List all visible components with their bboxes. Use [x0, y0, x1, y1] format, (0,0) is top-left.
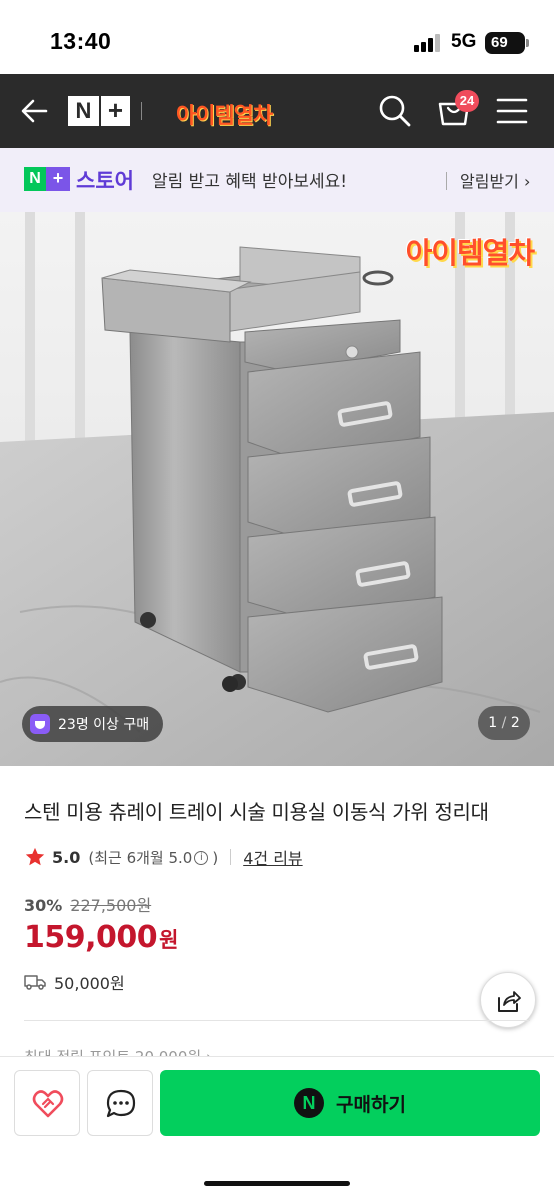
- battery-icon: 69: [485, 32, 529, 54]
- sale-price-currency: 원: [159, 928, 178, 952]
- naver-pay-n-icon: N: [294, 1088, 325, 1118]
- shipping-fee: 50,000원: [54, 974, 125, 993]
- pager-separator: /: [501, 715, 507, 731]
- heart-icon: [32, 1090, 64, 1118]
- naver-plus-logo[interactable]: N +: [68, 96, 130, 126]
- product-image-gallery[interactable]: 아이템열차 23명 이상 구매 1 / 2: [0, 212, 554, 766]
- truck-icon: [24, 975, 46, 990]
- alert-subscribe-link[interactable]: 알림받기 ›: [460, 168, 530, 192]
- section-divider: [24, 1020, 530, 1021]
- shipping-row: 50,000원: [24, 970, 125, 994]
- top-nav: N + 아이템열차 24: [0, 74, 554, 148]
- banner-divider: [446, 172, 447, 190]
- logo-plus: +: [99, 96, 130, 126]
- home-indicator[interactable]: [204, 1181, 350, 1186]
- naver-plus-store-badge: N +: [24, 167, 70, 191]
- pager-total: 2: [510, 715, 520, 731]
- status-bar: 13:40 5G 69: [0, 0, 554, 74]
- image-pager: 1 / 2: [478, 706, 530, 740]
- network-type: 5G: [451, 31, 477, 52]
- talk-talk-button[interactable]: [87, 1070, 153, 1136]
- rating-row: 5.0 (최근 6개월 5.0 i) 4건 리뷰: [24, 846, 303, 868]
- shop-logo[interactable]: 아이템열차: [176, 98, 273, 130]
- buyers-count-badge: 23명 이상 구매: [22, 706, 164, 742]
- rating-recent-text: (최근 6개월 5.0: [88, 848, 193, 867]
- rating-recent[interactable]: (최근 6개월 5.0 i): [88, 847, 218, 868]
- bottom-action-bar: N 구매하기: [0, 1056, 554, 1200]
- discount-row: 30% 227,500원: [24, 892, 151, 916]
- store-alert-banner: N + 스토어 알림 받고 혜택 받아보세요! 알림받기 ›: [0, 148, 554, 212]
- buyers-count-text: 23명 이상 구매: [58, 717, 150, 733]
- rating-score: 5.0: [52, 847, 81, 867]
- product-title: 스텐 미용 츄레이 트레이 시술 미용실 이동식 가위 정리대: [24, 800, 489, 824]
- review-count-link[interactable]: 4건 리뷰: [243, 845, 302, 869]
- cart-count-badge: 24: [455, 90, 479, 112]
- cellular-signal-icon: [414, 34, 444, 52]
- rating-divider: [230, 849, 232, 865]
- badge-n: N: [24, 167, 46, 191]
- arrow-left-icon: [21, 99, 48, 123]
- share-icon: [498, 991, 521, 1012]
- buy-button[interactable]: N 구매하기: [160, 1070, 540, 1136]
- search-icon: [379, 95, 411, 127]
- buy-button-label: 구매하기: [336, 1093, 406, 1116]
- badge-plus: +: [46, 167, 70, 191]
- store-name: 스토어: [76, 169, 134, 193]
- pager-current: 1: [488, 715, 498, 731]
- product-image-watermark: 아이템열차: [405, 236, 535, 270]
- back-button[interactable]: [18, 94, 52, 128]
- hamburger-menu-icon: [496, 98, 528, 124]
- menu-button[interactable]: [496, 96, 528, 126]
- sale-price-value: 159,000: [24, 920, 158, 955]
- logo-n: N: [68, 96, 99, 126]
- battery-level: 69: [491, 34, 508, 51]
- shopping-bag-icon: [30, 714, 50, 734]
- product-photo: [0, 212, 554, 766]
- wishlist-button[interactable]: [14, 1070, 80, 1136]
- chat-bubble-icon: [106, 1089, 136, 1118]
- star-icon: [25, 847, 45, 866]
- banner-message: 알림 받고 혜택 받아보세요!: [152, 172, 348, 192]
- rating-recent-close: ): [212, 848, 219, 867]
- status-time: 13:40: [50, 28, 112, 54]
- search-button[interactable]: [376, 92, 414, 130]
- info-icon[interactable]: i: [194, 851, 209, 865]
- original-price: 227,500원: [70, 896, 152, 915]
- sale-price: 159,000원: [24, 920, 178, 955]
- discount-rate: 30%: [24, 896, 63, 915]
- header-divider: [141, 102, 142, 120]
